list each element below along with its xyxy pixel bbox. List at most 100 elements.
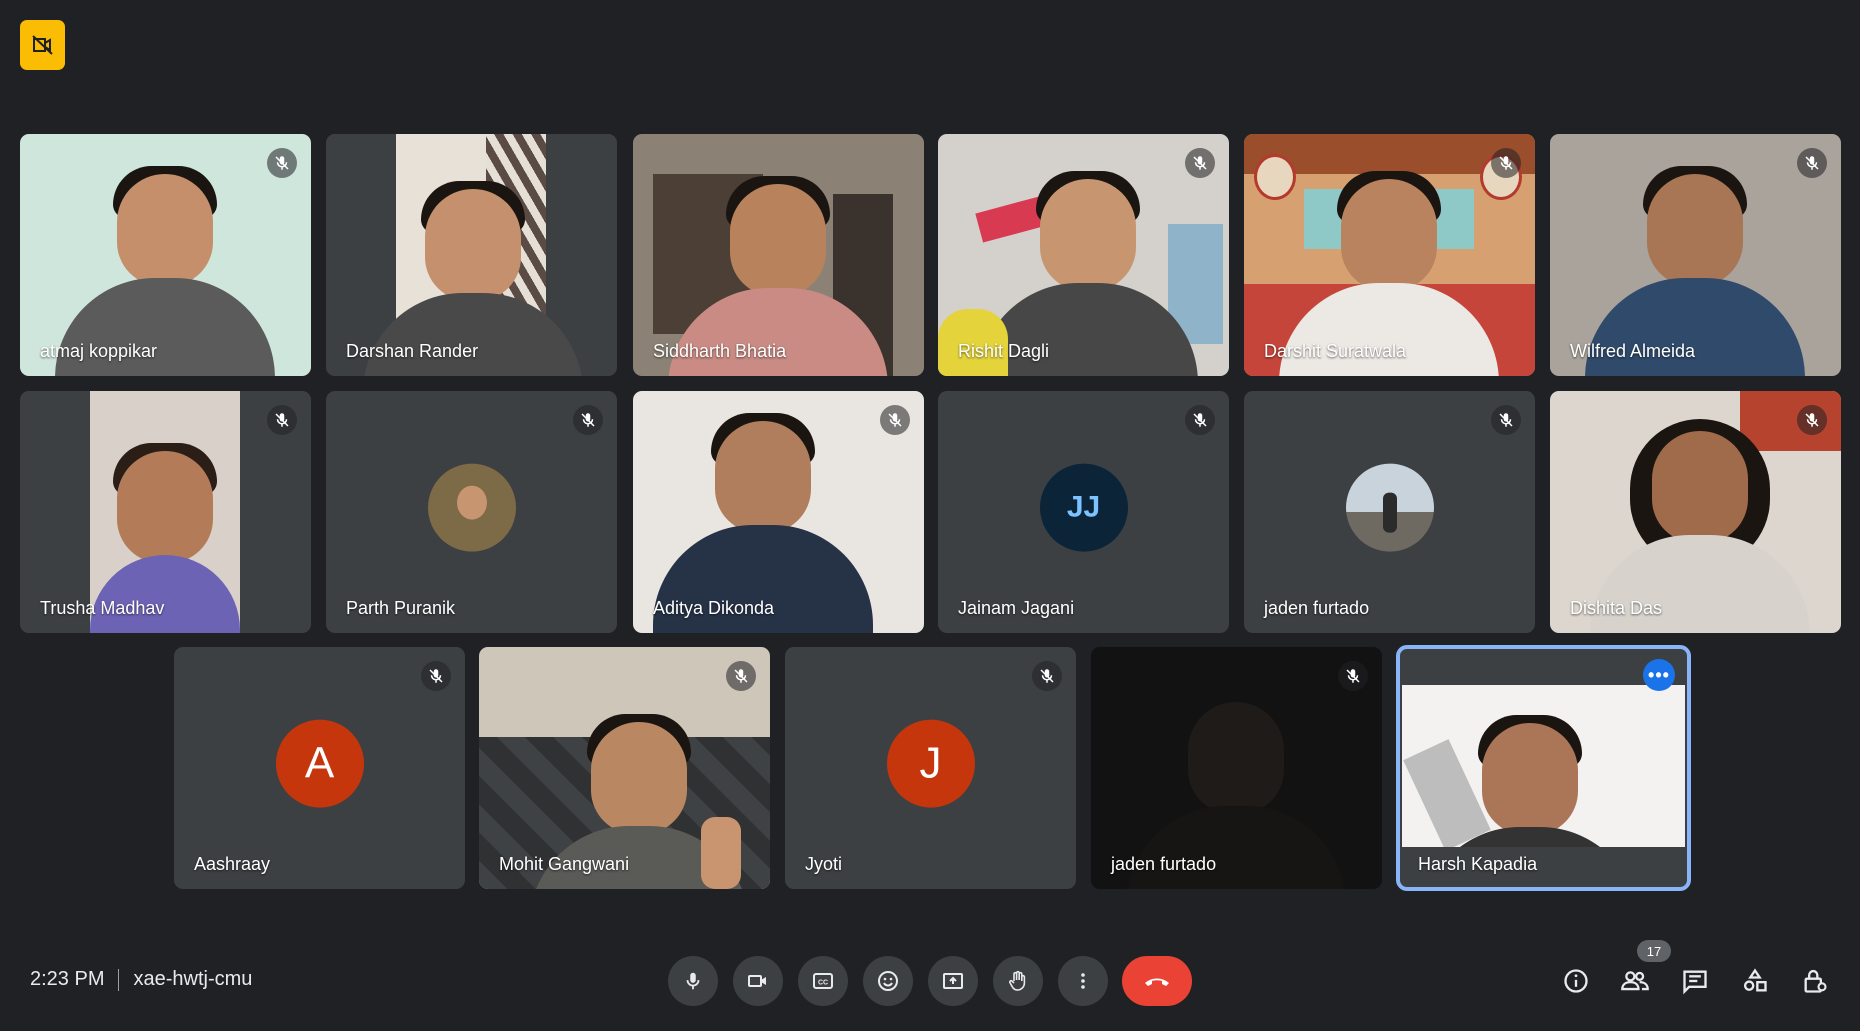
mic-off-icon — [880, 405, 910, 435]
participant-name: Rishit Dagli — [958, 341, 1050, 361]
participant-tile[interactable]: Parth Puranik — [326, 391, 617, 633]
participant-video — [1244, 134, 1535, 376]
participant-video — [1091, 647, 1382, 889]
participant-tile[interactable]: Darshan Rander — [326, 134, 617, 376]
participant-name: jaden furtado — [1264, 598, 1370, 618]
participant-name: atmaj koppikar — [40, 341, 158, 361]
participant-name: Parth Puranik — [346, 598, 456, 618]
activities-button[interactable] — [1734, 960, 1776, 1002]
mic-off-icon — [1185, 405, 1215, 435]
reactions-button[interactable] — [863, 956, 913, 1006]
participant-tile[interactable]: JJ Jainam Jagani — [938, 391, 1229, 633]
mic-off-icon — [573, 405, 603, 435]
participant-video — [938, 134, 1229, 376]
participant-tile[interactable]: J Jyoti — [785, 647, 1076, 889]
participant-name: Aditya Dikonda — [653, 598, 775, 618]
participant-tile[interactable]: jaden furtado — [1091, 647, 1382, 889]
participant-name: Darshan Rander — [346, 341, 479, 361]
microphone-button[interactable] — [668, 956, 718, 1006]
camera-button[interactable] — [733, 956, 783, 1006]
participant-name: Jyoti — [805, 854, 843, 874]
meeting-details-button[interactable] — [1555, 960, 1597, 1002]
participant-avatar: J — [886, 719, 975, 808]
participant-video — [20, 391, 311, 633]
participant-name: Wilfred Almeida — [1570, 341, 1696, 361]
participant-video — [1550, 391, 1841, 633]
current-time: 2:23 PM — [30, 968, 105, 990]
participant-video — [633, 391, 924, 633]
leave-call-button[interactable] — [1122, 956, 1192, 1006]
raise-hand-button[interactable] — [993, 956, 1043, 1006]
participant-name: jaden furtado — [1111, 854, 1217, 874]
participant-tile[interactable]: Mohit Gangwani — [479, 647, 770, 889]
participant-tile[interactable]: A Aashraay — [174, 647, 465, 889]
captions-button[interactable]: CC — [798, 956, 848, 1006]
participant-video — [633, 134, 924, 376]
mic-off-icon — [1797, 405, 1827, 435]
activities-icon — [1741, 967, 1769, 995]
participant-avatar: A — [275, 719, 364, 808]
mic-icon — [682, 970, 704, 992]
meeting-info: 2:23 PM xae-hwtj-cmu — [30, 968, 252, 991]
hand-icon — [1006, 969, 1030, 993]
more-vert-icon — [1071, 969, 1095, 993]
participant-tile[interactable]: Aditya Dikonda — [633, 391, 924, 633]
mic-off-icon — [1338, 661, 1368, 691]
divider — [118, 968, 120, 991]
emoji-icon — [876, 969, 900, 993]
present-screen-icon — [941, 969, 965, 993]
present-button[interactable] — [928, 956, 978, 1006]
mic-off-icon — [1797, 148, 1827, 178]
participant-count-badge: 17 — [1637, 940, 1671, 962]
chat-button[interactable] — [1674, 960, 1716, 1002]
participant-tile[interactable]: Rishit Dagli — [938, 134, 1229, 376]
participant-name: Darshit Suratwala — [1264, 341, 1407, 361]
participant-avatar: JJ — [1039, 463, 1128, 552]
people-icon — [1620, 967, 1650, 995]
chat-icon — [1681, 967, 1709, 995]
mic-off-icon — [1032, 661, 1062, 691]
participant-name: Siddharth Bhatia — [653, 341, 787, 361]
self-view-tile[interactable]: ••• Harsh Kapadia — [1396, 645, 1691, 891]
camera-off-badge[interactable] — [20, 20, 65, 70]
participant-name: Jainam Jagani — [958, 598, 1075, 618]
info-icon — [1562, 967, 1590, 995]
avatar-letter: A — [304, 738, 335, 788]
participant-video — [20, 134, 311, 376]
participant-video — [1550, 134, 1841, 376]
participant-tile[interactable]: jaden furtado — [1244, 391, 1535, 633]
participant-tile[interactable]: Darshit Suratwala — [1244, 134, 1535, 376]
avatar-text: JJ — [1066, 490, 1101, 524]
participant-video — [479, 647, 770, 889]
participant-tile[interactable]: Wilfred Almeida — [1550, 134, 1841, 376]
mic-off-icon — [726, 661, 756, 691]
captions-icon: CC — [811, 969, 835, 993]
people-button[interactable] — [1614, 960, 1656, 1002]
participant-tile[interactable]: Dishita Das — [1550, 391, 1841, 633]
lock-person-icon — [1801, 967, 1829, 995]
participant-tile[interactable]: Siddharth Bhatia — [633, 134, 924, 376]
mic-off-icon — [267, 148, 297, 178]
more-options-button[interactable] — [1058, 956, 1108, 1006]
avatar-letter: J — [919, 738, 942, 788]
participant-video — [326, 134, 617, 376]
participant-name: Trusha Madhav — [40, 598, 165, 618]
mic-off-icon — [1491, 405, 1521, 435]
meeting-code: xae-hwtj-cmu — [133, 968, 253, 990]
participant-name: Dishita Das — [1570, 598, 1663, 618]
participant-name: Aashraay — [194, 854, 271, 874]
participant-tile[interactable]: Trusha Madhav — [20, 391, 311, 633]
mic-off-icon — [1185, 148, 1215, 178]
participant-tile[interactable]: atmaj koppikar — [20, 134, 311, 376]
participant-avatar — [427, 463, 516, 552]
svg-text:CC: CC — [818, 980, 828, 987]
mic-off-icon — [1491, 148, 1521, 178]
participant-avatar — [1345, 463, 1434, 552]
participant-name: Mohit Gangwani — [499, 854, 630, 874]
end-call-icon — [1142, 971, 1172, 991]
host-controls-button[interactable] — [1794, 960, 1836, 1002]
video-off-icon — [31, 33, 55, 57]
mic-off-icon — [267, 405, 297, 435]
tile-more-options-button[interactable]: ••• — [1643, 659, 1675, 691]
mic-off-icon — [421, 661, 451, 691]
